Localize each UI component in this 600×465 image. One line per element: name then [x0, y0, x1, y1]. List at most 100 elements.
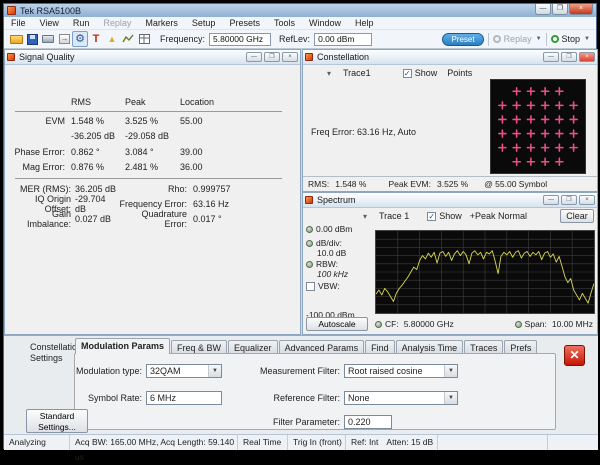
minimize-button[interactable]: — — [246, 52, 262, 62]
app-icon — [7, 6, 16, 15]
reflev-label: RefLev: — [279, 34, 310, 44]
symbol-rate-input[interactable]: 6 MHz — [146, 391, 222, 405]
filter-parameter-input[interactable]: 0.220 — [344, 415, 392, 429]
tab-traces[interactable]: Traces — [464, 340, 503, 354]
vbw-checkbox[interactable] — [306, 282, 315, 291]
tab-analysis-time[interactable]: Analysis Time — [396, 340, 464, 354]
text-marker-icon[interactable]: T — [88, 31, 104, 47]
restore-button[interactable]: ❐ — [264, 52, 280, 62]
panel-icon — [7, 53, 15, 61]
open-icon[interactable] — [8, 31, 24, 47]
settings-gear-icon[interactable]: ⚙ — [72, 31, 88, 47]
detector-label[interactable]: +Peak Normal — [470, 211, 527, 221]
recall-setup-icon[interactable] — [56, 31, 72, 47]
show-checkbox[interactable]: ✓ — [403, 69, 412, 78]
ref-level-control[interactable]: 0.00 dBm — [306, 224, 352, 234]
minimize-button[interactable]: — — [543, 195, 559, 205]
status-bar: Analyzing Acq BW: 165.00 MHz, Acq Length… — [4, 434, 598, 450]
table-row: -36.205 dB -29.058 dB — [13, 129, 292, 143]
show-checkbox[interactable]: ✓ — [427, 212, 436, 221]
constellation-display[interactable] — [490, 79, 586, 174]
rbw-value: 100 kHz — [317, 269, 348, 279]
rbw-control[interactable]: RBW: — [306, 259, 338, 269]
modulation-type-label: Modulation type: — [62, 366, 146, 376]
tab-equalizer[interactable]: Equalizer — [228, 340, 278, 354]
settings-close-button[interactable]: ✕ — [564, 345, 585, 366]
marker-peak-icon[interactable]: ▲ — [104, 31, 120, 47]
modulation-type-select[interactable]: 32QAM ▼ — [146, 364, 222, 378]
menu-help[interactable]: Help — [348, 17, 381, 30]
knob-icon[interactable] — [375, 321, 382, 328]
dbdiv-control[interactable]: dB/div: — [306, 238, 342, 248]
minimize-button[interactable]: — — [543, 52, 559, 62]
restore-button[interactable]: ❐ — [561, 52, 577, 62]
tab-prefs[interactable]: Prefs — [504, 340, 537, 354]
restore-button[interactable]: ❐ — [552, 4, 568, 15]
close-button[interactable]: × — [569, 4, 593, 15]
points-mode-label[interactable]: Points — [447, 68, 472, 78]
display-layout-icon[interactable] — [136, 31, 152, 47]
trace-label[interactable]: Trace1 — [343, 68, 371, 78]
toolbar: ⚙ T ▲ Frequency: 5.80000 GHz RefLev: 0.0… — [4, 30, 596, 49]
tab-find[interactable]: Find — [365, 340, 395, 354]
cf-value[interactable]: 5.80000 GHz — [404, 319, 454, 329]
vbw-control[interactable]: VBW: — [306, 281, 340, 291]
close-button[interactable]: × — [579, 195, 595, 205]
status-atten: Atten: 15 dB — [386, 435, 433, 450]
replay-dropdown-caret[interactable]: ▼ — [536, 36, 542, 42]
spectrum-panel: Spectrum — ❐ × ▾ Trace 1 ✓ Show +Peak No… — [302, 192, 598, 335]
tab-modulation-params[interactable]: Modulation Params — [75, 338, 170, 354]
menu-markers[interactable]: Markers — [138, 17, 185, 30]
chevron-down-icon[interactable]: ▾ — [327, 69, 331, 78]
menu-presets[interactable]: Presets — [222, 17, 267, 30]
panel-icon — [305, 53, 313, 61]
replay-icon — [493, 35, 501, 43]
menu-window[interactable]: Window — [302, 17, 348, 30]
minimize-button[interactable]: — — [535, 4, 551, 15]
marker-trace-icon[interactable] — [120, 31, 136, 47]
knob-icon[interactable] — [515, 321, 522, 328]
trace-label[interactable]: Trace 1 — [379, 211, 409, 221]
constellation-plot — [491, 80, 585, 173]
symbol-rate-label: Symbol Rate: — [62, 393, 146, 403]
preset-button[interactable]: Preset — [442, 33, 483, 46]
knob-icon[interactable] — [306, 226, 313, 233]
knob-icon[interactable] — [306, 240, 313, 247]
signal-quality-header[interactable]: Signal Quality — ❐ × — [5, 50, 300, 65]
knob-icon[interactable] — [306, 261, 313, 268]
clear-button[interactable]: Clear — [560, 209, 594, 223]
menu-file[interactable]: File — [4, 17, 33, 30]
tab-freq-bw[interactable]: Freq & BW — [171, 340, 227, 354]
constellation-header[interactable]: Constellation — ❐ × — [303, 50, 597, 65]
span-value[interactable]: 10.00 MHz — [552, 319, 593, 329]
standard-settings-button[interactable]: Standard Settings... — [26, 409, 88, 433]
show-label: Show — [415, 68, 438, 78]
save-icon[interactable] — [24, 31, 40, 47]
restore-button[interactable]: ❐ — [561, 195, 577, 205]
print-icon[interactable] — [40, 31, 56, 47]
menu-tools[interactable]: Tools — [267, 17, 302, 30]
menu-setup[interactable]: Setup — [185, 17, 223, 30]
autoscale-button[interactable]: Autoscale — [306, 317, 368, 331]
spectrum-display[interactable] — [375, 230, 595, 314]
menu-run[interactable]: Run — [66, 17, 97, 30]
stop-dropdown-caret[interactable]: ▼ — [584, 36, 590, 42]
chevron-down-icon[interactable]: ▾ — [363, 212, 367, 221]
spectrum-header[interactable]: Spectrum — ❐ × — [303, 193, 597, 208]
spectrum-bottom-bar: CF: 5.80000 GHz Span: 10.00 MHz — [375, 317, 595, 331]
frequency-input[interactable]: 5.80000 GHz — [209, 33, 271, 46]
spectrum-plot — [376, 231, 594, 313]
reflev-input[interactable]: 0.00 dBm — [314, 33, 372, 46]
reference-filter-select[interactable]: None ▼ — [344, 391, 458, 405]
freq-error-text: Freq Error: 63.16 Hz, Auto — [311, 127, 416, 137]
measurement-filter-select[interactable]: Root raised cosine ▼ — [344, 364, 458, 378]
status-mode: Real Time — [238, 435, 288, 450]
rms-label: RMS: — [308, 179, 329, 189]
close-button[interactable]: × — [579, 52, 595, 62]
signal-quality-body: RMS Peak Location EVM 1.548 % 3.525 % 55… — [5, 65, 300, 334]
tab-advanced-params[interactable]: Advanced Params — [279, 340, 365, 354]
menu-view[interactable]: View — [33, 17, 66, 30]
status-trigger: Trig In (front) — [288, 435, 346, 450]
stop-button[interactable]: Stop — [551, 34, 581, 44]
close-button[interactable]: × — [282, 52, 298, 62]
